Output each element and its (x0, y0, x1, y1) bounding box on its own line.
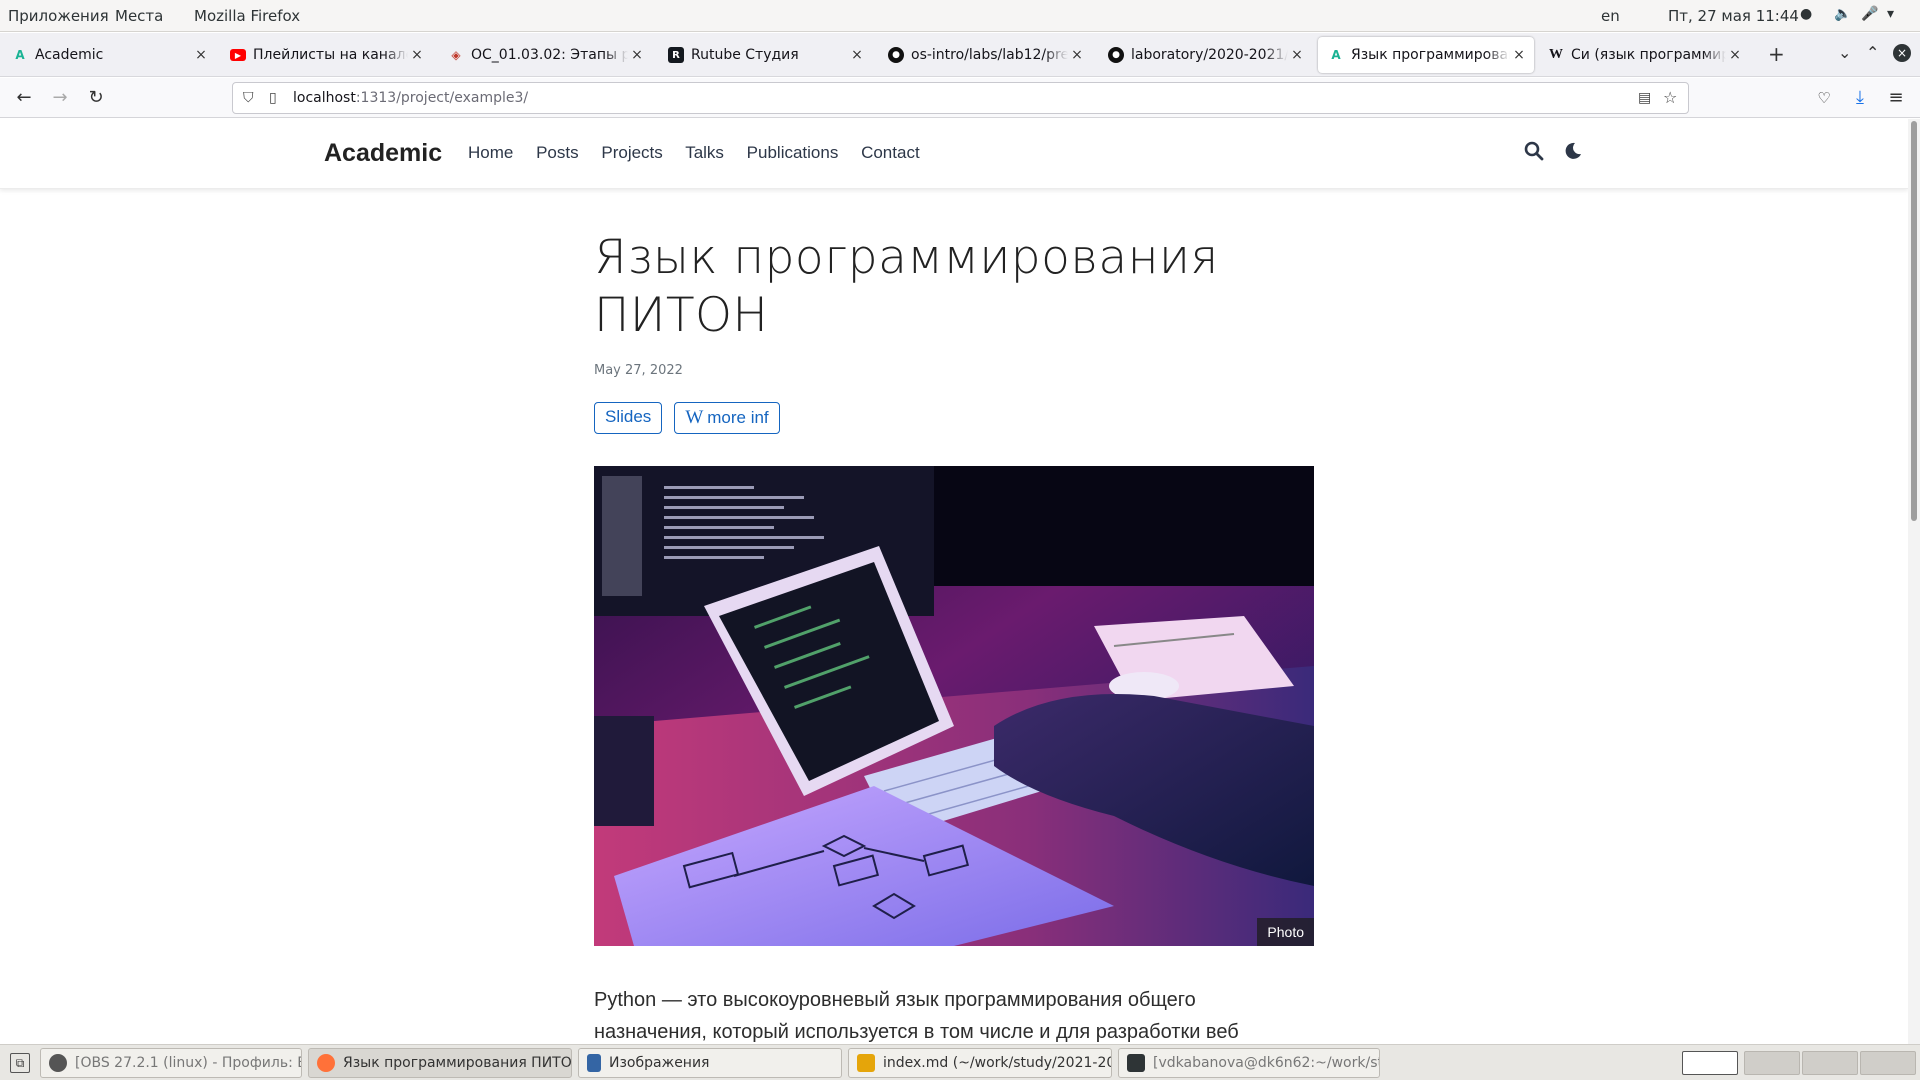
tab-wikipedia-c[interactable]: W Си (язык программиров × (1538, 37, 1750, 73)
article-paragraph: Python — это высокоуровневый язык програ… (594, 989, 1239, 1043)
close-tab-icon[interactable]: × (1288, 47, 1306, 63)
tab-rutube[interactable]: R Rutube Студия × (658, 37, 872, 73)
wikipedia-icon: W (1549, 47, 1563, 62)
back-arrow-icon[interactable]: ← (12, 86, 36, 110)
tab-github-lab12[interactable]: ● os-intro/labs/lab12/preser × (878, 37, 1092, 73)
show-desktop-icon[interactable]: ⧉ (10, 1053, 30, 1073)
scrollbar-thumb[interactable] (1911, 121, 1917, 521)
microphone-icon[interactable]: 🎤 (1861, 6, 1878, 22)
close-tab-icon[interactable]: × (1510, 47, 1528, 63)
shield-icon[interactable]: ⛉ (243, 90, 254, 106)
browser-tab-strip: A Academic × ▶ Плейлисты на канале - Y ×… (0, 33, 1920, 77)
window-list-taskbar: ⧉ [OBS 27.2.1 (linux) - Профиль: Бе... Я… (0, 1044, 1920, 1080)
bookmark-star-icon[interactable]: ☆ (1663, 88, 1677, 107)
publish-date: May 27, 2022 (594, 363, 683, 378)
workspace-4[interactable] (1860, 1051, 1916, 1075)
workspace-2[interactable] (1744, 1051, 1800, 1075)
pocket-icon[interactable]: ♡ (1812, 86, 1836, 110)
close-tab-icon[interactable]: × (848, 47, 866, 63)
terminal-icon (1127, 1054, 1145, 1072)
record-dot-icon: ● (1800, 6, 1813, 22)
youtube-icon: ▶ (230, 49, 246, 61)
task-text-editor[interactable]: index.md (~/work/study/2021-202... (848, 1048, 1112, 1078)
site-menu: Home Posts Projects Talks Publications C… (468, 143, 938, 163)
academic-icon: A (1331, 48, 1341, 62)
site-brand[interactable]: Academic (324, 139, 442, 168)
window-close-icon[interactable]: × (1893, 44, 1911, 62)
article: Язык программирования ПИТОН May 27, 2022… (594, 229, 1314, 1044)
places-menu[interactable]: Места (115, 7, 163, 25)
new-tab-plus-icon[interactable]: + (1768, 42, 1785, 66)
reload-icon[interactable]: ↻ (84, 86, 108, 110)
menu-talks[interactable]: Talks (685, 143, 724, 162)
tab-youtube[interactable]: ▶ Плейлисты на канале - Y × (220, 37, 432, 73)
task-images[interactable]: Изображения (578, 1048, 842, 1078)
window-maximize-icon[interactable]: ⌃ (1866, 43, 1879, 62)
dark-mode-moon-icon[interactable] (1564, 141, 1582, 165)
menu-contact[interactable]: Contact (861, 143, 920, 162)
menu-home[interactable]: Home (468, 143, 513, 162)
tab-academic[interactable]: A Academic × (2, 37, 216, 73)
text-editor-icon (857, 1054, 875, 1072)
close-tab-icon[interactable]: × (628, 47, 646, 63)
tab-python-active[interactable]: A Язык программирования × (1318, 37, 1534, 73)
volume-icon[interactable]: 🔈 (1834, 6, 1851, 22)
image-caption: Photo (1257, 918, 1314, 946)
tab-github-laboratory[interactable]: ● laboratory/2020-2021/OS × (1098, 37, 1312, 73)
hamburger-menu-icon[interactable]: ≡ (1884, 86, 1908, 110)
menu-posts[interactable]: Posts (536, 143, 579, 162)
downloads-icon[interactable]: ⤓ (1848, 86, 1872, 110)
workspace-3[interactable] (1802, 1051, 1858, 1075)
wikipedia-icon: W (685, 407, 704, 428)
keyboard-layout[interactable]: en (1601, 7, 1620, 25)
power-menu-icon[interactable]: ▾ (1887, 6, 1894, 22)
url-text[interactable]: localhost:1313/project/example3/ (293, 90, 528, 106)
menu-publications[interactable]: Publications (747, 143, 839, 162)
search-icon[interactable] (1524, 141, 1544, 166)
obs-icon (49, 1054, 67, 1072)
github-icon: ● (1108, 47, 1124, 63)
reader-view-icon[interactable]: ▤ (1638, 90, 1651, 106)
firefox-icon (317, 1054, 335, 1072)
forward-arrow-icon[interactable]: → (48, 86, 72, 110)
tab-course[interactable]: ◈ ОС_01.03.02: Этапы реал × (438, 37, 652, 73)
close-tab-icon[interactable]: × (1068, 47, 1086, 63)
page-info-icon[interactable]: ▯ (269, 90, 277, 106)
browser-nav-bar: ← → ↻ ⛉ ▯ localhost:1313/project/example… (0, 78, 1920, 118)
task-firefox[interactable]: Язык программирования ПИТО... (308, 1048, 572, 1078)
task-terminal[interactable]: [vdkabanova@dk6n62:~/work/stu... (1118, 1048, 1380, 1078)
image-viewer-icon (587, 1054, 601, 1072)
academic-icon: A (15, 48, 25, 62)
url-bar[interactable]: ⛉ ▯ localhost:1313/project/example3/ ▤ ☆ (232, 82, 1689, 114)
page-title: Язык программирования ПИТОН (594, 230, 1219, 343)
site-navbar: Academic Home Posts Projects Talks Publi… (0, 119, 1908, 189)
hero-photo-laptop-coding (594, 466, 1314, 946)
github-icon: ● (888, 47, 904, 63)
course-icon: ◈ (451, 48, 461, 62)
clock[interactable]: Пт, 27 мая 11:44 (1668, 7, 1799, 25)
close-tab-icon[interactable]: × (1726, 47, 1744, 63)
list-tabs-chevron-icon[interactable]: ⌄ (1838, 43, 1851, 62)
article-buttons: Slides Wmore inf (594, 402, 1314, 434)
menu-projects[interactable]: Projects (601, 143, 662, 162)
more-info-button[interactable]: Wmore inf (674, 402, 780, 434)
applications-menu[interactable]: Приложения (8, 7, 109, 25)
rutube-icon: R (668, 47, 684, 63)
workspace-1[interactable] (1682, 1051, 1738, 1075)
web-page: Academic Home Posts Projects Talks Publi… (0, 119, 1908, 1044)
slides-button[interactable]: Slides (594, 402, 663, 434)
task-obs[interactable]: [OBS 27.2.1 (linux) - Профиль: Бе... (40, 1048, 302, 1078)
hero-image: Photo (594, 466, 1314, 946)
close-tab-icon[interactable]: × (192, 47, 210, 63)
system-top-bar: Приложения Места Mozilla Firefox en Пт, … (0, 0, 1920, 32)
close-tab-icon[interactable]: × (408, 47, 426, 63)
page-scrollbar[interactable] (1908, 119, 1920, 1044)
active-app-name[interactable]: Mozilla Firefox (194, 7, 300, 25)
